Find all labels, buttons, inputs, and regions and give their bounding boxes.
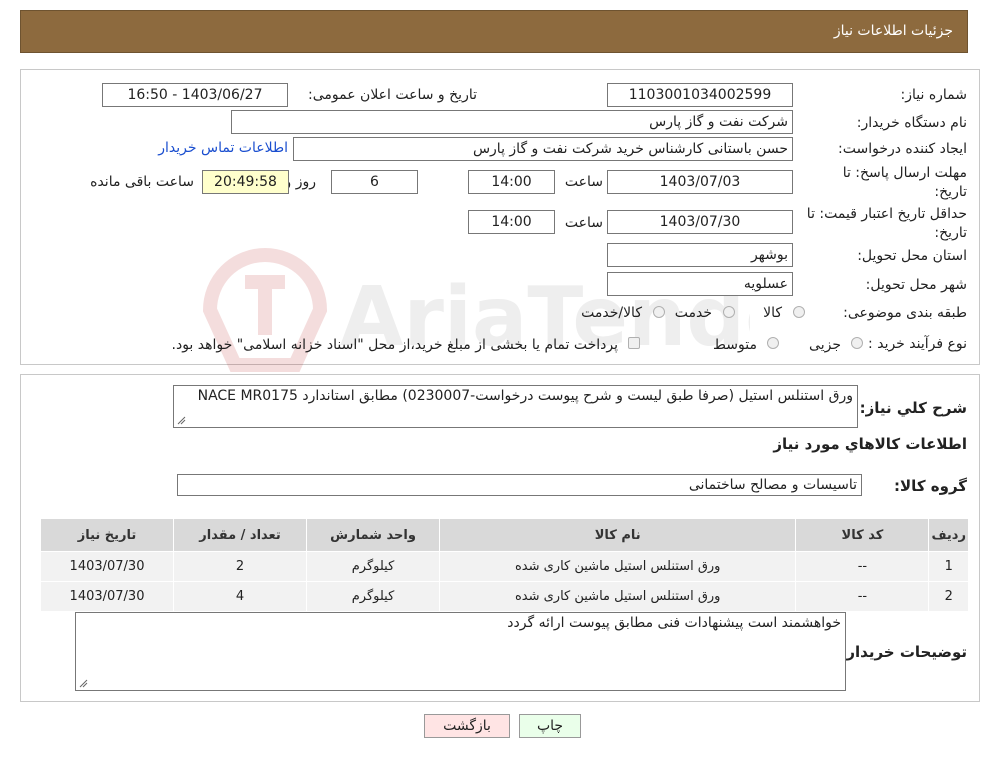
buyer-org-field: شرکت نفت و گاز پارس <box>231 110 793 134</box>
reply-time-field: 14:00 <box>468 170 555 194</box>
buyer-notes-text: خواهشمند است پیشنهادات فنی مطابق پیوست ا… <box>507 615 841 631</box>
creator-field: حسن باستانی کارشناس خرید شرکت نفت و گاز … <box>293 137 793 161</box>
buyer-notes-field: خواهشمند است پیشنهادات فنی مطابق پیوست ا… <box>75 612 846 691</box>
announce-date-label: تاریخ و ساعت اعلان عمومی: <box>308 87 477 103</box>
category-service-label: خدمت <box>674 305 712 321</box>
goods-group-field: تاسیسات و مصالح ساختمانی <box>177 474 862 496</box>
price-validity-label-2: تاریخ: <box>934 225 967 241</box>
days-field: 6 <box>331 170 418 194</box>
col-need-date: تاريخ نياز <box>39 518 175 552</box>
general-description-label: شرح کلي نياز: <box>859 399 967 417</box>
cell-row-number: 2 <box>928 581 969 612</box>
cell-quantity: 4 <box>173 581 308 612</box>
buyer-contact-link[interactable]: اطلاعات تماس خریدار <box>158 140 288 156</box>
category-both-radio[interactable] <box>653 306 665 318</box>
category-goods-label: کالا <box>763 305 782 321</box>
resize-handle-icon[interactable] <box>177 416 186 425</box>
col-item-code: کد کالا <box>795 518 930 552</box>
print-button[interactable]: چاپ <box>519 714 581 738</box>
creator-label: ایجاد کننده درخواست: <box>838 141 967 157</box>
process-minor-radio[interactable] <box>851 337 863 349</box>
table-row: 1 -- ورق استنلس استیل ماشین کاری شده کیل… <box>39 551 969 582</box>
page-title: جزئیات اطلاعات نیاز <box>833 23 953 39</box>
category-label: طبقه بندی موضوعی: <box>843 305 967 321</box>
price-validity-time-label: ساعت <box>564 215 603 231</box>
city-field: عسلویه <box>607 272 793 296</box>
process-medium-radio[interactable] <box>767 337 779 349</box>
price-validity-date-field: 1403/07/30 <box>607 210 793 234</box>
cell-unit: کیلوگرم <box>306 551 441 582</box>
price-validity-time-field: 14:00 <box>468 210 555 234</box>
cell-need-date: 1403/07/30 <box>39 581 175 612</box>
reply-deadline-label: مهلت ارسال پاسخ: تا <box>842 165 967 181</box>
reply-time-label: ساعت <box>564 174 603 190</box>
category-service-radio[interactable] <box>723 306 735 318</box>
reply-deadline-label-2: تاریخ: <box>934 184 967 200</box>
announce-date-field: 1403/06/27 - 16:50 <box>102 83 288 107</box>
cell-quantity: 2 <box>173 551 308 582</box>
general-description-field: ورق استنلس استیل (صرفا طبق لیست و شرح پی… <box>173 385 858 428</box>
col-quantity: تعداد / مقدار <box>173 518 308 552</box>
category-goods-radio[interactable] <box>793 306 805 318</box>
process-minor-label: جزیی <box>809 337 841 353</box>
price-validity-label: حداقل تاریخ اعتبار قیمت: تا <box>806 206 967 222</box>
col-unit: واحد شمارش <box>306 518 441 552</box>
cell-need-date: 1403/07/30 <box>39 551 175 582</box>
cell-item-name: ورق استنلس استیل ماشین کاری شده <box>439 551 797 582</box>
resize-handle-icon[interactable] <box>79 679 88 688</box>
general-description-text: ورق استنلس استیل (صرفا طبق لیست و شرح پی… <box>197 388 853 404</box>
process-note: پرداخت تمام یا بخشی از مبلغ خرید،از محل … <box>171 337 618 353</box>
items-table-header: رديف کد کالا نام کالا واحد شمارش تعداد /… <box>39 518 969 552</box>
cell-unit: کیلوگرم <box>306 581 441 612</box>
process-medium-label: متوسط <box>713 337 757 353</box>
province-field: بوشهر <box>607 243 793 267</box>
treasury-checkbox[interactable] <box>628 337 640 349</box>
days-label: روز و <box>284 174 317 190</box>
remaining-time-field: 20:49:58 <box>202 170 289 194</box>
buyer-org-label: نام دستگاه خریدار: <box>856 115 967 131</box>
back-button[interactable]: بازگشت <box>424 714 510 738</box>
cell-item-name: ورق استنلس استیل ماشین کاری شده <box>439 581 797 612</box>
buyer-notes-label: توضيحات خريدار: <box>840 643 967 661</box>
remaining-time-label: ساعت باقی مانده <box>90 174 194 190</box>
category-both-label: کالا/خدمت <box>581 305 642 321</box>
cell-row-number: 1 <box>928 551 969 582</box>
goods-group-label: گروه کالا: <box>894 477 967 495</box>
province-label: استان محل تحویل: <box>857 248 967 264</box>
col-row-number: رديف <box>928 518 969 552</box>
items-table: رديف کد کالا نام کالا واحد شمارش تعداد /… <box>39 518 969 612</box>
need-number-label: شماره نیاز: <box>900 87 968 103</box>
cell-item-code: -- <box>795 581 930 612</box>
need-number-field: 1103001034002599 <box>607 83 793 107</box>
process-type-label: نوع فرآیند خرید : <box>868 336 967 352</box>
items-section-title: اطلاعات کالاهاي مورد نياز <box>773 435 967 453</box>
col-item-name: نام کالا <box>439 518 797 552</box>
cell-item-code: -- <box>795 551 930 582</box>
city-label: شهر محل تحویل: <box>865 277 967 293</box>
table-row: 2 -- ورق استنلس استیل ماشین کاری شده کیل… <box>39 581 969 612</box>
reply-date-field: 1403/07/03 <box>607 170 793 194</box>
page-header: جزئیات اطلاعات نیاز <box>20 10 968 53</box>
